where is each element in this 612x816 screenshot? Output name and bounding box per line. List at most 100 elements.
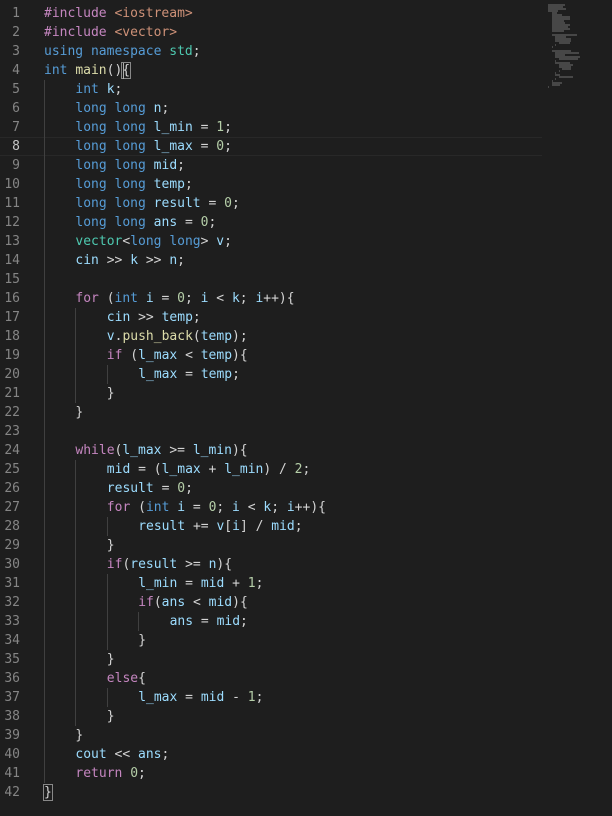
- code-line[interactable]: 28 result += v[i] / mid;: [0, 517, 542, 536]
- code-line[interactable]: 36 else{: [0, 669, 542, 688]
- code-line[interactable]: 41 return 0;: [0, 764, 542, 783]
- code-line[interactable]: 1 #include <iostream>: [0, 4, 542, 23]
- code-line[interactable]: 32 if(ans < mid){: [0, 593, 542, 612]
- code-line[interactable]: 27 for (int i = 0; i < k; i++){: [0, 498, 542, 517]
- code-line[interactable]: 11 long long result = 0;: [0, 194, 542, 213]
- code-line[interactable]: 19 if (l_max < temp){: [0, 346, 542, 365]
- code-token: ans: [138, 747, 162, 762]
- code-text[interactable]: #include <iostream>: [44, 4, 193, 23]
- code-text[interactable]: long long mid;: [75, 156, 185, 175]
- code-text[interactable]: result = 0;: [107, 479, 193, 498]
- code-line[interactable]: 3 using namespace std;: [0, 42, 542, 61]
- code-line[interactable]: 14 cin >> k >> n;: [0, 251, 542, 270]
- code-line[interactable]: 21}: [0, 384, 542, 403]
- code-text[interactable]: result += v[i] / mid;: [138, 517, 302, 536]
- code-line[interactable]: 34}: [0, 631, 542, 650]
- code-text[interactable]: cout << ans;: [75, 745, 169, 764]
- code-token: ans: [153, 215, 178, 230]
- code-text[interactable]: else{: [107, 669, 146, 688]
- code-line[interactable]: 39}: [0, 726, 542, 745]
- code-line[interactable]: 18 v.push_back(temp);: [0, 327, 542, 346]
- code-line[interactable]: 16 for (int i = 0; i < k; i++){: [0, 289, 542, 308]
- code-line[interactable]: 13 vector<long long> v;: [0, 232, 542, 251]
- code-text[interactable]: long long result = 0;: [75, 194, 239, 213]
- code-line[interactable]: 17 cin >> temp;: [0, 308, 542, 327]
- code-text[interactable]: }: [107, 536, 115, 555]
- code-token: using: [44, 44, 84, 59]
- minimap[interactable]: [548, 4, 610, 100]
- code-text[interactable]: l_min = mid + 1;: [138, 574, 263, 593]
- code-line[interactable]: 15: [0, 270, 542, 289]
- code-token: for: [75, 291, 99, 306]
- code-line[interactable]: 7 long long l_min = 1;: [0, 118, 542, 137]
- code-text[interactable]: for (int i = 0; i < k; i++){: [75, 289, 294, 308]
- code-text[interactable]: }: [43, 783, 53, 802]
- code-token: 0: [177, 291, 185, 306]
- code-token: =: [153, 291, 178, 306]
- code-text[interactable]: #include <vector>: [44, 23, 177, 42]
- code-text[interactable]: l_max = mid - 1;: [138, 688, 263, 707]
- code-text[interactable]: cin >> k >> n;: [75, 251, 185, 270]
- code-line[interactable]: 10 long long temp;: [0, 175, 542, 194]
- minimap-line: [551, 84, 560, 86]
- code-text[interactable]: long long ans = 0;: [75, 213, 216, 232]
- minimap-line: [555, 78, 557, 80]
- code-line[interactable]: 4 int main(){: [0, 61, 542, 80]
- code-text[interactable]: while(l_max >= l_min){: [75, 441, 247, 460]
- code-text[interactable]: }: [107, 707, 115, 726]
- code-line[interactable]: 9 long long mid;: [0, 156, 542, 175]
- code-line[interactable]: 38}: [0, 707, 542, 726]
- code-line[interactable]: 2 #include <vector>: [0, 23, 542, 42]
- code-line[interactable]: 30 if(result >= n){: [0, 555, 542, 574]
- code-text[interactable]: }: [107, 384, 115, 403]
- code-line[interactable]: 22}: [0, 403, 542, 422]
- code-text[interactable]: long long l_min = 1;: [75, 118, 232, 137]
- code-text[interactable]: }: [75, 403, 83, 422]
- code-line[interactable]: 8 long long l_max = 0;: [0, 137, 542, 156]
- code-text[interactable]: mid = (l_max + l_min) / 2;: [107, 460, 311, 479]
- code-text[interactable]: l_max = temp;: [138, 365, 240, 384]
- code-line[interactable]: 24 while(l_max >= l_min){: [0, 441, 542, 460]
- code-token: 0: [177, 481, 186, 496]
- code-text[interactable]: if(ans < mid){: [138, 593, 248, 612]
- code-text[interactable]: cin >> temp;: [107, 308, 201, 327]
- code-line[interactable]: 29}: [0, 536, 542, 555]
- code-text[interactable]: int main(){: [44, 61, 132, 80]
- code-text[interactable]: if (l_max < temp){: [107, 346, 248, 365]
- code-line[interactable]: 6 long long n;: [0, 99, 542, 118]
- code-line[interactable]: 35}: [0, 650, 542, 669]
- code-text[interactable]: for (int i = 0; i < k; i++){: [107, 498, 326, 517]
- code-text[interactable]: }: [138, 631, 146, 650]
- code-line[interactable]: 5 int k;: [0, 80, 542, 99]
- code-text[interactable]: }: [75, 726, 83, 745]
- code-text[interactable]: int k;: [75, 80, 122, 99]
- code-text[interactable]: if(result >= n){: [107, 555, 232, 574]
- code-line[interactable]: 42}: [0, 783, 542, 802]
- code-line[interactable]: 37 l_max = mid - 1;: [0, 688, 542, 707]
- code-line[interactable]: 31 l_min = mid + 1;: [0, 574, 542, 593]
- code-line[interactable]: 33 ans = mid;: [0, 612, 542, 631]
- indent-guide: [106, 365, 108, 384]
- indent-guide: [44, 441, 45, 460]
- code-token: ;: [192, 44, 201, 59]
- code-line[interactable]: 12 long long ans = 0;: [0, 213, 542, 232]
- code-text[interactable]: long long l_max = 0;: [75, 138, 232, 155]
- code-line[interactable]: 23: [0, 422, 542, 441]
- code-token: ;: [192, 310, 201, 325]
- code-line[interactable]: 20 l_max = temp;: [0, 365, 542, 384]
- code-text[interactable]: vector<long long> v;: [75, 232, 232, 251]
- code-text[interactable]: }: [107, 650, 115, 669]
- code-text[interactable]: return 0;: [75, 764, 145, 783]
- code-line[interactable]: 40 cout << ans;: [0, 745, 542, 764]
- code-text[interactable]: using namespace std;: [44, 42, 201, 61]
- code-text[interactable]: long long n;: [75, 99, 169, 118]
- code-editor[interactable]: 1 #include <iostream> 2 #include <vector> 3 u…: [0, 0, 612, 816]
- code-text[interactable]: ans = mid;: [170, 612, 248, 631]
- code-line[interactable]: 25 mid = (l_max + l_min) / 2;: [0, 460, 542, 479]
- code-line[interactable]: 26 result = 0;: [0, 479, 542, 498]
- code-text[interactable]: long long temp;: [75, 175, 192, 194]
- code-text[interactable]: v.push_back(temp);: [107, 327, 248, 346]
